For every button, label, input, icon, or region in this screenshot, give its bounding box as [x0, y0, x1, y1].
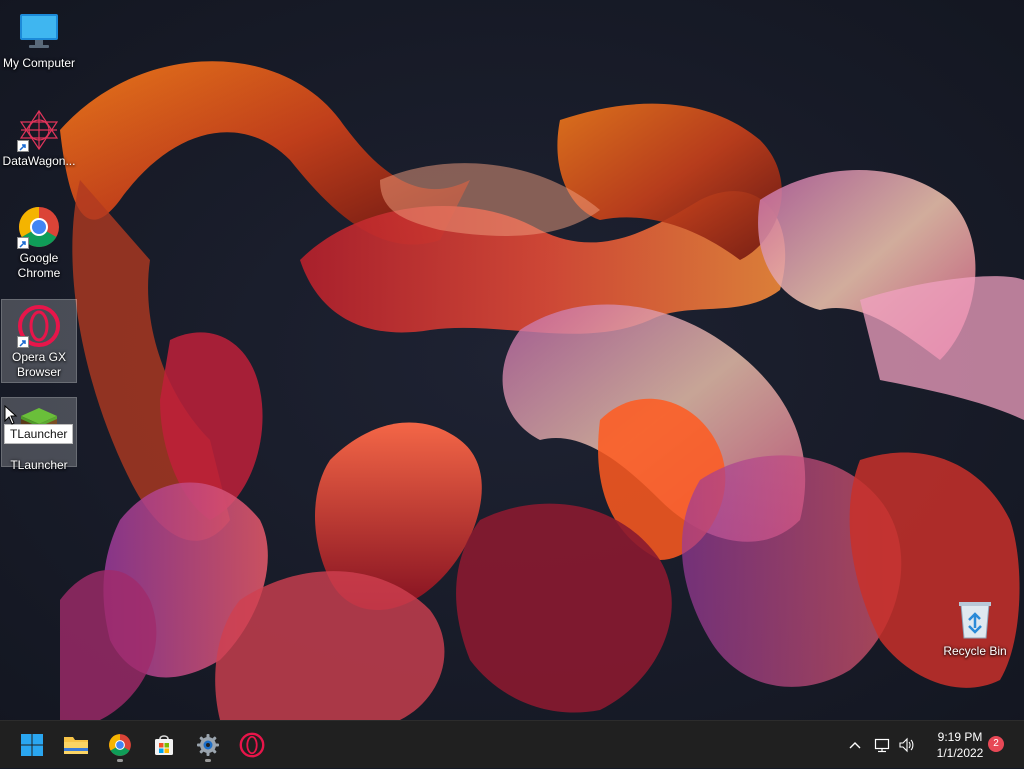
- shortcut-arrow-icon: [17, 237, 29, 249]
- icon-label: Recycle Bin: [943, 644, 1007, 658]
- tooltip: TLauncher: [4, 424, 74, 444]
- network-button[interactable]: [872, 721, 892, 769]
- desktop-icon-google-chrome[interactable]: Google Chrome: [1, 201, 77, 289]
- start-icon: [21, 734, 43, 756]
- chrome-icon: [17, 205, 61, 249]
- shortcut-arrow-icon: [17, 140, 29, 152]
- volume-button[interactable]: [897, 721, 917, 769]
- desktop-icon-my-computer[interactable]: My Computer: [1, 6, 77, 78]
- chevron-up-icon: [849, 742, 861, 749]
- chrome-icon: [109, 734, 131, 756]
- speaker-icon: [899, 737, 914, 753]
- mouse-cursor-icon: [4, 405, 18, 425]
- network-icon: [874, 738, 890, 753]
- desktop-icon-datawagon[interactable]: DataWagon...: [1, 104, 77, 176]
- desktop-icon-opera-gx[interactable]: Opera GX Browser: [1, 299, 77, 383]
- taskbar-chrome[interactable]: [102, 727, 138, 763]
- recycle-bin-icon: [953, 598, 997, 642]
- running-indicator: [205, 759, 211, 762]
- icon-label: TLauncher: [10, 458, 68, 472]
- shortcut-arrow-icon: [17, 336, 29, 348]
- show-hidden-icons-button[interactable]: [844, 721, 866, 769]
- desktop-wallpaper: [0, 0, 1024, 720]
- running-indicator: [117, 759, 123, 762]
- clock-button[interactable]: 9:19 PM 1/1/2022: [930, 729, 990, 761]
- clock-date: 1/1/2022: [936, 746, 984, 760]
- datawagon-icon: [17, 108, 61, 152]
- icon-label: My Computer: [2, 56, 76, 70]
- taskbar: 9:19 PM 1/1/2022: [0, 720, 1024, 768]
- opera-icon: [239, 732, 265, 758]
- file-explorer-icon: [64, 737, 88, 754]
- taskbar-file-explorer[interactable]: [58, 727, 94, 763]
- icon-label: Opera GX Browser: [11, 350, 67, 379]
- desktop-icon-recycle-bin[interactable]: Recycle Bin: [937, 594, 1013, 664]
- computer-icon: [17, 10, 61, 54]
- icon-label: DataWagon...: [2, 154, 76, 168]
- icon-label: Google Chrome: [17, 251, 61, 280]
- taskbar-opera[interactable]: [234, 727, 270, 763]
- microsoft-store-icon: [155, 735, 173, 755]
- clock-time: 9:19 PM: [937, 730, 983, 744]
- opera-gx-icon: [17, 304, 61, 348]
- taskbar-microsoft-store[interactable]: [146, 727, 182, 763]
- settings-icon: [197, 734, 219, 756]
- taskbar-settings[interactable]: [190, 727, 226, 763]
- start-button[interactable]: [14, 727, 50, 763]
- notification-badge[interactable]: 2: [988, 736, 1004, 752]
